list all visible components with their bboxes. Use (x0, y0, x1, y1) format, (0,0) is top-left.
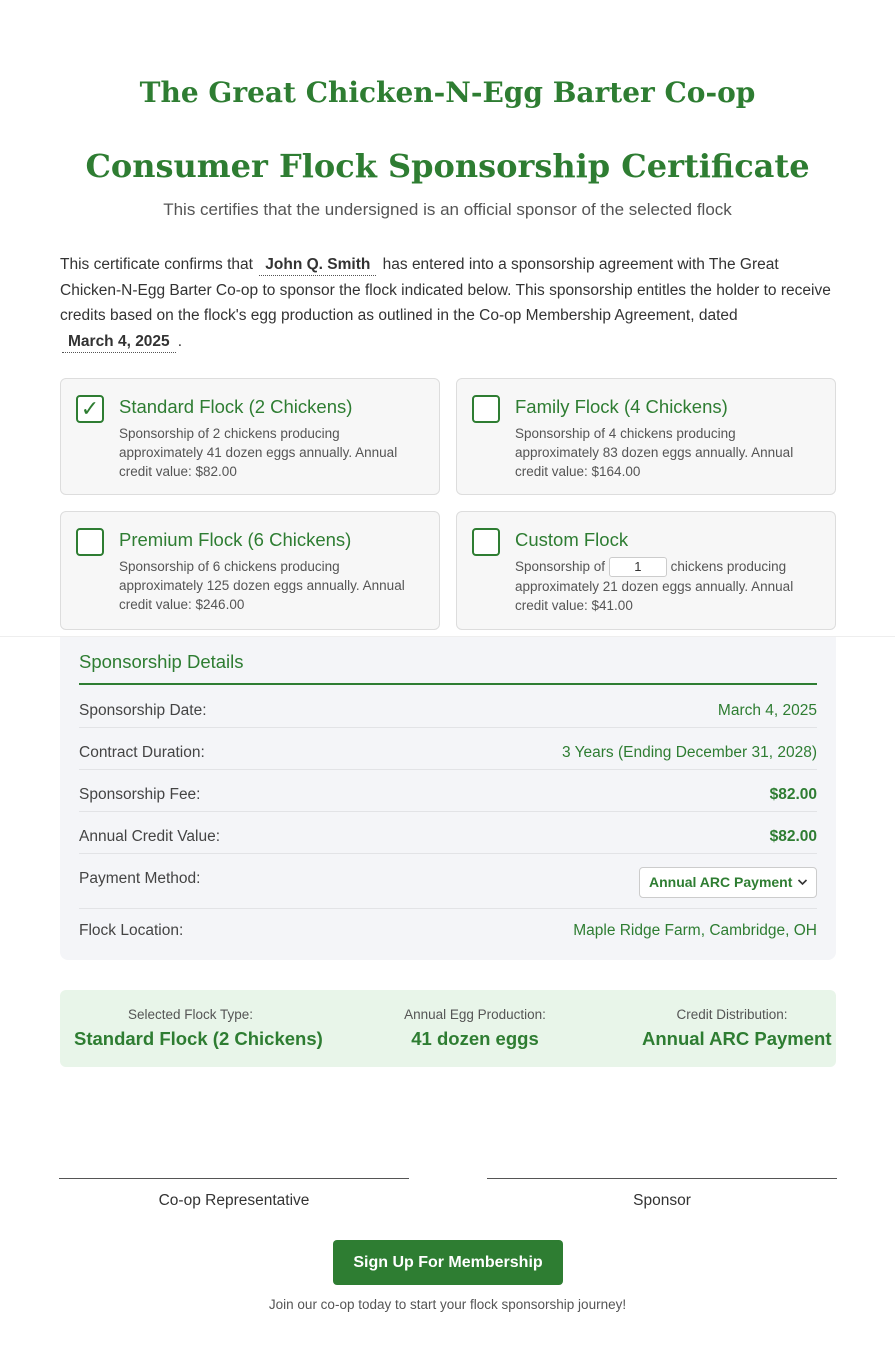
certificate-title: Consumer Flock Sponsorship Certificate (85, 147, 810, 185)
summary-label: Credit Distribution: (676, 1007, 788, 1022)
option-title: Premium Flock (6 Chickens) (119, 529, 352, 550)
detail-label: Sponsorship Date: (79, 702, 207, 719)
summary-label: Annual Egg Production: (404, 1007, 546, 1022)
certificate-intro: This certificate confirms that John Q. S… (60, 252, 836, 354)
option-description: Sponsorship of 2 chickens producing appr… (119, 426, 398, 479)
chicken-quantity-input[interactable]: 1 (608, 557, 667, 578)
option-standard-flock[interactable]: ✓ Standard Flock (2 Chickens) Sponsorshi… (60, 378, 440, 495)
agreement-date: March 4, 2025 (62, 332, 176, 353)
detail-row-date: Sponsorship Date: March 4, 2025 (79, 685, 817, 728)
detail-value: $82.00 (769, 828, 817, 845)
detail-value: 3 Years (Ending December 31, 2028) (561, 744, 817, 761)
intro-text-1: This certificate confirms that (60, 256, 253, 273)
certificate-subtitle: This certifies that the undersigned is a… (163, 200, 732, 219)
custom-desc-start: Sponsorship of (515, 559, 606, 574)
option-description: Sponsorship of 6 chickens producing appr… (119, 559, 405, 612)
detail-label: Payment Method: (79, 870, 201, 887)
summary-panel: Selected Flock Type: Standard Flock (2 C… (60, 990, 836, 1067)
summary-label: Selected Flock Type: (127, 1007, 254, 1022)
summary-credit-distribution: Credit Distribution: Annual ARC Payment (642, 1007, 832, 1050)
option-description: Sponsorship of 4 chickens producing appr… (515, 426, 794, 479)
chevron-down-icon (797, 868, 808, 909)
detail-label: Annual Credit Value: (79, 828, 221, 845)
option-title: Custom Flock (515, 529, 629, 550)
summary-egg-production: Annual Egg Production: 41 dozen eggs (375, 1007, 575, 1050)
option-custom-flock[interactable]: Custom Flock Sponsorship of 1 chickens p… (456, 511, 836, 630)
detail-label: Flock Location: (79, 922, 184, 939)
custom-flock-checkbox[interactable] (472, 528, 500, 556)
signature-label: Co-op Representative (158, 1192, 310, 1209)
option-premium-flock[interactable]: Premium Flock (6 Chickens) Sponsorship o… (60, 511, 440, 630)
detail-label: Contract Duration: (79, 744, 205, 761)
detail-row-duration: Contract Duration: 3 Years (Ending Decem… (79, 728, 817, 770)
signature-line (59, 1178, 409, 1179)
org-title: The Great Chicken-N-Egg Barter Co-op (139, 76, 756, 109)
summary-value: Annual ARC Payment (642, 1028, 832, 1049)
option-title: Standard Flock (2 Chickens) (119, 396, 353, 417)
summary-flock-type: Selected Flock Type: Standard Flock (2 C… (74, 1007, 323, 1050)
signature-co-op-representative: Co-op Representative (59, 1178, 409, 1210)
detail-row-fee: Sponsorship Fee: $82.00 (79, 770, 817, 812)
family-flock-checkbox[interactable] (472, 395, 500, 423)
premium-flock-checkbox[interactable] (76, 528, 104, 556)
standard-flock-checkbox[interactable]: ✓ (76, 395, 104, 423)
payment-method-value: Annual ARC Payment (649, 874, 793, 890)
sponsor-name: John Q. Smith (259, 255, 377, 276)
sponsorship-details-panel: Sponsorship Details Sponsorship Date: Ma… (60, 637, 836, 960)
option-title: Family Flock (4 Chickens) (515, 396, 728, 417)
summary-value: 41 dozen eggs (411, 1028, 539, 1049)
details-heading: Sponsorship Details (79, 651, 244, 672)
detail-value: March 4, 2025 (717, 702, 817, 719)
detail-value: $82.00 (769, 786, 817, 803)
detail-label: Sponsorship Fee: (79, 786, 201, 803)
signature-sponsor: Sponsor (487, 1178, 837, 1210)
signature-line (487, 1178, 837, 1179)
detail-row-credit: Annual Credit Value: $82.00 (79, 812, 817, 854)
detail-value: Maple Ridge Farm, Cambridge, OH (573, 922, 817, 939)
option-family-flock[interactable]: Family Flock (4 Chickens) Sponsorship of… (456, 378, 836, 495)
detail-row-location: Flock Location: Maple Ridge Farm, Cambri… (79, 909, 817, 951)
option-description: Sponsorship of 1 chickens producing appr… (515, 557, 820, 615)
summary-value: Standard Flock (2 Chickens) (74, 1028, 323, 1049)
signature-label: Sponsor (633, 1192, 691, 1209)
intro-end: . (177, 332, 182, 350)
sign-up-button[interactable]: Sign Up For Membership (333, 1240, 563, 1285)
payment-method-select[interactable]: Annual ARC Payment (639, 867, 817, 898)
footer-note: Join our co-op today to start your flock… (268, 1297, 627, 1312)
detail-row-payment: Payment Method: Annual ARC Payment (79, 854, 817, 909)
